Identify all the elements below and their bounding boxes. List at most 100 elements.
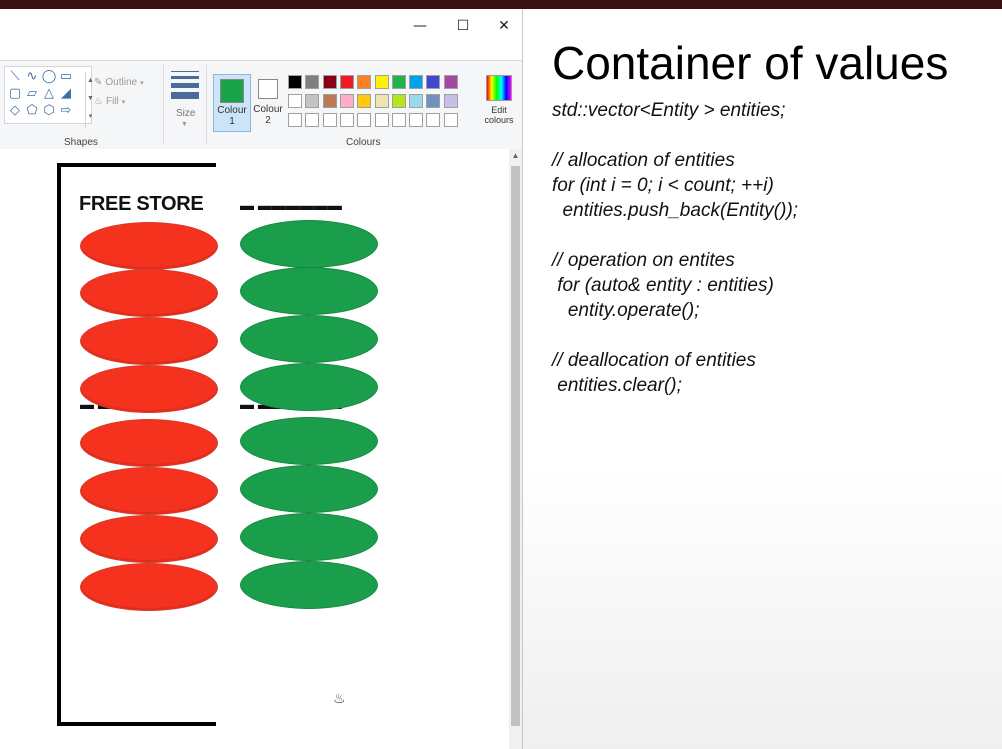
rectangle-shape-icon[interactable]: ▭ [58,70,74,84]
palette-swatch[interactable] [288,75,302,89]
palette-swatch[interactable] [322,113,337,127]
line-shape-icon[interactable]: ⟍ [7,70,23,84]
slide-title: Container of values [552,37,949,89]
palette-swatch[interactable] [391,113,406,127]
oval-shape-icon[interactable]: ◯ [41,70,57,84]
triangle-shape-icon[interactable]: △ [41,87,57,101]
red-oval [80,563,218,611]
fill-label: Fill [105,96,119,107]
code-line: for (auto& entity : entities) [552,275,774,296]
green-oval [240,220,378,268]
title-bar: — ☐ ✕ [0,9,522,42]
size-label: Size [176,108,196,119]
code-line: // deallocation of entities [552,350,756,371]
palette-swatch[interactable] [374,94,389,108]
code-line: std::vector<Entity > entities; [552,100,786,121]
maximize-icon[interactable]: ☐ [443,9,483,42]
colours-group-label: Colours [346,137,381,148]
close-icon[interactable]: ✕ [484,9,524,42]
dropdown-icon: ▾ [121,98,126,106]
palette-swatch[interactable] [305,113,320,127]
palette-swatch[interactable] [374,75,389,89]
polygon-shape-icon[interactable]: ▱ [24,87,40,101]
top-bar [0,0,1002,9]
palette-swatch[interactable] [288,94,302,108]
more-icon[interactable]: ▾ [86,108,95,126]
colour-2-number: 2 [265,115,271,126]
fill-button[interactable]: ♨ Fill ▾ [94,96,125,107]
fill-icon: ♨ [94,96,103,107]
red-oval [80,222,218,270]
palette-swatch[interactable] [409,75,424,89]
edit-colours-label-2: colours [484,115,514,125]
palette-swatch[interactable] [443,94,458,108]
colour-1-swatch [220,79,244,103]
green-oval [240,363,378,411]
colour-1-button[interactable]: Colour 1 [213,74,251,132]
palette-swatch[interactable] [409,94,424,108]
palette-swatch[interactable] [391,75,406,89]
palette-swatch[interactable] [409,113,424,127]
shapes-group-label: Shapes [64,137,98,148]
shapes-gallery[interactable]: ⟍ ∿ ◯ ▭ ▢ ▱ △ ◢ ◇ ⬠ ⬡ ⇨ ▲ ▼ ▾ [4,66,95,128]
palette-swatch[interactable] [339,75,354,89]
code-line: entities.push_back(Entity()); [552,200,799,221]
scrollbar-thumb[interactable] [511,166,520,726]
rounded-rectangle-shape-icon[interactable]: ▢ [7,87,23,101]
free-store-label: FREE STORE [79,193,204,215]
dropdown-icon: ▾ [140,79,144,87]
code-line: entity.operate(); [552,300,700,321]
ribbon-tabs: ˆ ? [0,42,522,90]
palette-swatch[interactable] [322,94,337,108]
palette-swatch[interactable] [305,75,320,89]
palette-swatch[interactable] [443,75,458,89]
diamond-shape-icon[interactable]: ◇ [7,104,23,118]
red-oval [80,467,218,515]
pentagon-shape-icon[interactable]: ⬠ [24,104,40,118]
red-oval [80,317,218,365]
palette-swatch[interactable] [374,113,389,127]
green-oval [240,513,378,561]
palette-swatch[interactable] [426,113,441,127]
curve-shape-icon[interactable]: ∿ [24,70,40,84]
edit-colours-button[interactable]: Edit colours [481,75,517,135]
palette-swatch[interactable] [426,75,441,89]
colour-2-swatch [258,79,278,99]
outline-label: Outline [105,77,138,88]
size-button[interactable] [171,71,199,103]
palette-swatch[interactable] [288,113,302,127]
separator [163,65,164,145]
palette-swatch[interactable] [339,94,354,108]
palette-swatch[interactable] [322,75,337,89]
palette-swatch[interactable] [391,94,406,108]
colour-2-label: Colour [253,104,283,115]
hexagon-shape-icon[interactable]: ⬡ [41,104,57,118]
colour-1-number: 1 [229,116,235,127]
red-oval [80,269,218,317]
bracket-top-line [57,163,216,167]
edit-colours-label: Edit [491,105,507,115]
palette-swatch[interactable] [357,94,372,108]
palette-swatch[interactable] [339,113,354,127]
outline-button[interactable]: ✎ Outline ▾ [94,77,144,88]
minimize-icon[interactable]: — [400,9,440,42]
colour-2-button[interactable]: Colour 2 [253,74,283,130]
red-oval [80,515,218,563]
palette-swatch[interactable] [357,75,372,89]
code-line: entities.clear(); [552,375,682,396]
palette-swatch[interactable] [305,94,320,108]
palette-swatch[interactable] [443,113,458,127]
outline-icon: ✎ [94,77,103,88]
code-block: std::vector<Entity > entities;// allocat… [552,98,798,398]
code-line: // allocation of entities [552,150,735,171]
code-line: for (int i = 0; i < count; ++i) [552,175,774,196]
right-triangle-shape-icon[interactable]: ◢ [58,87,74,101]
palette-swatch[interactable] [426,94,441,108]
palette-swatch[interactable] [357,113,372,127]
scroll-up-icon[interactable]: ▲ [509,151,522,160]
clipped-text-fragment: ▬ ▬▬▬▬▬▬ [240,205,355,210]
arrow-shape-icon[interactable]: ⇨ [58,104,74,118]
